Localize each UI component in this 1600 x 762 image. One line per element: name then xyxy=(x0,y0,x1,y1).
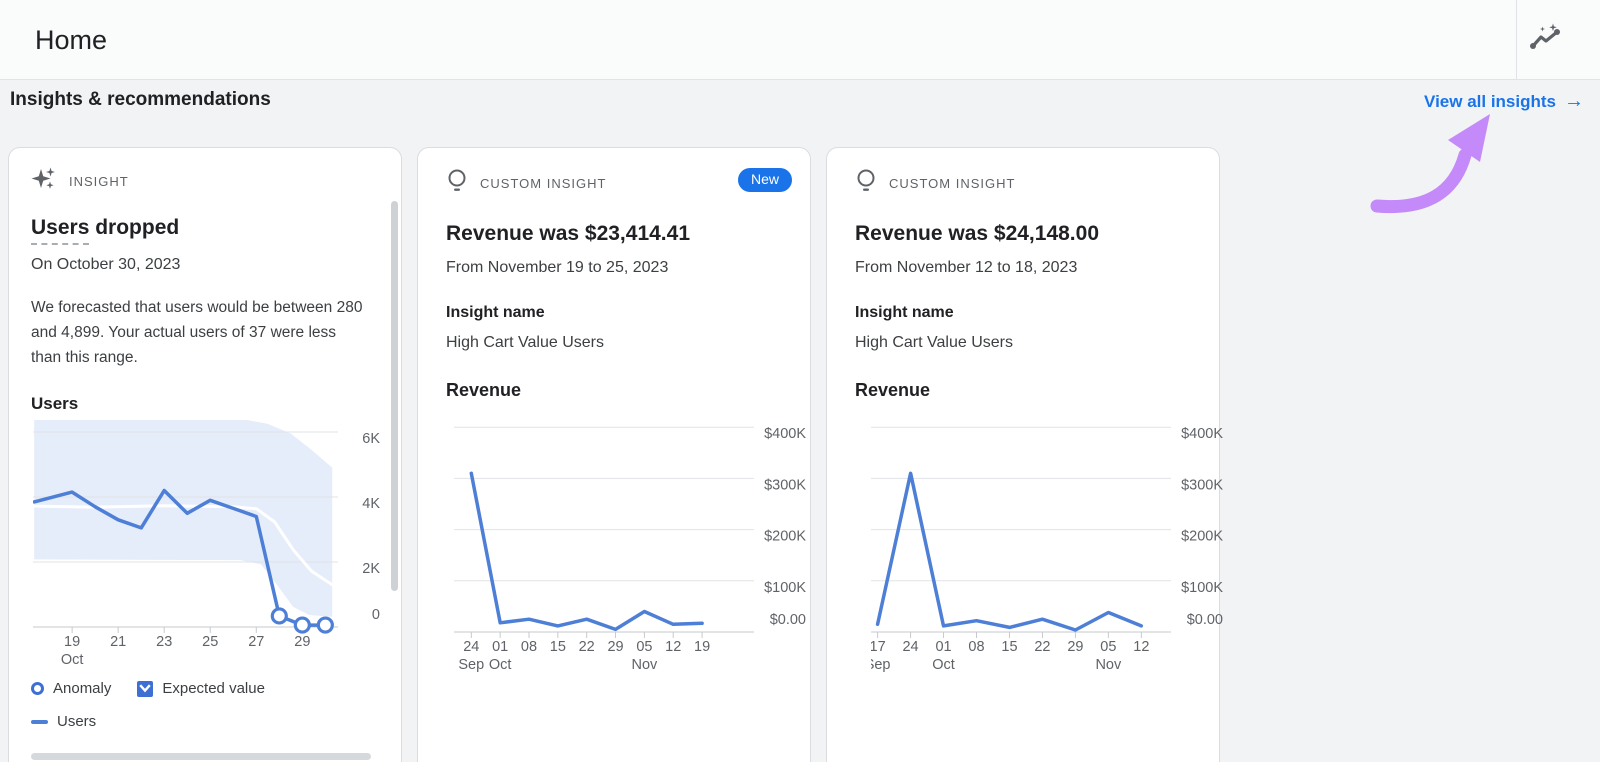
svg-text:21: 21 xyxy=(110,634,126,650)
svg-text:Sep: Sep xyxy=(871,657,890,673)
revenue-chart: 17 Sep 24 01 Oct 08 15 22 29 05 Nov 12 $400K $300K $20… xyxy=(865,417,1224,683)
card-type-label: CUSTOM INSIGHT xyxy=(480,175,607,191)
lightbulb-icon xyxy=(446,168,468,199)
svg-text:12: 12 xyxy=(665,639,681,655)
svg-text:Oct: Oct xyxy=(932,657,955,673)
card-subtitle: On October 30, 2023 xyxy=(31,256,181,273)
lightbulb-icon xyxy=(855,168,877,199)
svg-text:2K: 2K xyxy=(362,561,380,577)
revenue-chart: 24 Sep 01 Oct 08 15 22 29 05 Nov 12 19 $400K $300K $20… xyxy=(454,417,806,683)
users-dropped-term[interactable]: Users xyxy=(31,216,90,245)
chart-metric-heading: Revenue xyxy=(855,380,931,400)
card-subtitle: From November 19 to 25, 2023 xyxy=(446,259,669,276)
svg-text:$200K: $200K xyxy=(764,529,806,545)
right-arrow-icon: → xyxy=(1564,90,1584,112)
svg-text:25: 25 xyxy=(202,634,218,650)
svg-text:$400K: $400K xyxy=(1181,426,1223,442)
card-title: Revenue was $23,414.41 xyxy=(446,222,691,245)
svg-text:19: 19 xyxy=(64,634,80,650)
svg-text:29: 29 xyxy=(1067,639,1083,655)
insight-card-users-dropped[interactable]: INSIGHT Users dropped On October 30, 202… xyxy=(8,147,402,762)
insight-name-label: Insight name xyxy=(855,304,954,321)
svg-text:05: 05 xyxy=(1100,639,1116,655)
svg-text:$200K: $200K xyxy=(1181,529,1223,545)
view-all-insights-link[interactable]: View all insights → xyxy=(1424,90,1584,113)
svg-text:$100K: $100K xyxy=(764,580,806,596)
svg-text:Sep: Sep xyxy=(458,657,484,673)
svg-text:$400K: $400K xyxy=(764,426,806,442)
chart-metric-heading: Revenue xyxy=(446,380,522,400)
svg-text:22: 22 xyxy=(1034,639,1050,655)
page-title: Home xyxy=(35,25,108,55)
insight-cards-row: INSIGHT Users dropped On October 30, 202… xyxy=(8,147,1224,762)
chart-metric-heading: Users xyxy=(31,394,79,413)
top-app-bar: Home xyxy=(0,0,1600,80)
header-divider xyxy=(1516,0,1517,80)
sparkle-icon xyxy=(31,166,57,197)
custom-insight-card-nov19-25[interactable]: CUSTOM INSIGHT New Revenue was $23,414.4… xyxy=(417,147,811,762)
insight-name-label: Insight name xyxy=(446,304,545,321)
svg-text:0: 0 xyxy=(372,607,380,623)
section-title: Insights & recommendations xyxy=(10,89,271,110)
forecast-description: We forecasted that users would be betwee… xyxy=(31,299,363,366)
new-badge: New xyxy=(737,168,792,192)
card-title: Revenue was $24,148.00 xyxy=(855,222,1100,245)
legend-expected-value: Expected value xyxy=(137,680,265,697)
svg-text:24: 24 xyxy=(902,639,918,655)
analytics-home-page: { "header": { "title": "Home" }, "sectio… xyxy=(0,0,1600,762)
expected-value-icon xyxy=(137,680,154,697)
svg-text:$0.00: $0.00 xyxy=(770,612,806,628)
svg-text:12: 12 xyxy=(1133,639,1149,655)
svg-text:23: 23 xyxy=(156,634,172,650)
insights-sparkline-icon xyxy=(1529,22,1565,59)
card-horizontal-scrollbar[interactable] xyxy=(31,753,371,760)
svg-text:08: 08 xyxy=(968,639,984,655)
svg-text:17: 17 xyxy=(871,639,886,655)
custom-insight-card-nov12-18[interactable]: CUSTOM INSIGHT Revenue was $24,148.00 Fr… xyxy=(826,147,1224,762)
annotation-arrow xyxy=(1370,114,1490,214)
svg-text:15: 15 xyxy=(550,639,566,655)
users-anomaly-chart: 19 Oct 21 23 25 27 29 6K 4K 2K 0 xyxy=(32,420,380,674)
legend-users: Users xyxy=(31,713,96,730)
svg-text:01: 01 xyxy=(492,639,508,655)
insight-name-value: High Cart Value Users xyxy=(855,334,1013,351)
chart-legend: Anomaly Expected value xyxy=(31,680,379,697)
svg-text:$300K: $300K xyxy=(1181,477,1223,493)
card-subtitle: From November 12 to 18, 2023 xyxy=(855,259,1078,276)
svg-text:22: 22 xyxy=(579,639,595,655)
card-type-row: CUSTOM INSIGHT xyxy=(855,168,1191,199)
svg-text:19: 19 xyxy=(694,639,710,655)
users-line-icon xyxy=(31,719,48,724)
chart-legend-series: Users xyxy=(31,713,379,730)
card-type-row: CUSTOM INSIGHT xyxy=(446,168,782,199)
svg-text:$100K: $100K xyxy=(1181,580,1223,596)
svg-text:24: 24 xyxy=(463,639,479,655)
svg-text:05: 05 xyxy=(636,639,652,655)
svg-text:4K: 4K xyxy=(362,496,380,512)
svg-text:$300K: $300K xyxy=(764,477,806,493)
svg-text:29: 29 xyxy=(294,634,310,650)
insight-name-value: High Cart Value Users xyxy=(446,334,604,351)
svg-text:6K: 6K xyxy=(362,431,380,447)
svg-text:Oct: Oct xyxy=(489,657,512,673)
svg-text:08: 08 xyxy=(521,639,537,655)
card-type-row: INSIGHT xyxy=(31,166,379,197)
card-title: Users dropped xyxy=(31,216,379,245)
svg-text:Oct: Oct xyxy=(61,652,84,668)
card-type-label: INSIGHT xyxy=(69,173,129,189)
svg-text:$0.00: $0.00 xyxy=(1187,612,1223,628)
svg-text:01: 01 xyxy=(935,639,951,655)
card-vertical-scrollbar[interactable] xyxy=(391,201,398,591)
svg-text:29: 29 xyxy=(607,639,623,655)
insights-button[interactable] xyxy=(1528,22,1566,58)
legend-anomaly: Anomaly xyxy=(31,680,111,697)
svg-text:Nov: Nov xyxy=(1095,657,1122,673)
svg-text:27: 27 xyxy=(248,634,264,650)
svg-text:Nov: Nov xyxy=(631,657,658,673)
svg-text:15: 15 xyxy=(1001,639,1017,655)
anomaly-circle-icon xyxy=(31,682,44,695)
card-type-label: CUSTOM INSIGHT xyxy=(889,175,1016,191)
